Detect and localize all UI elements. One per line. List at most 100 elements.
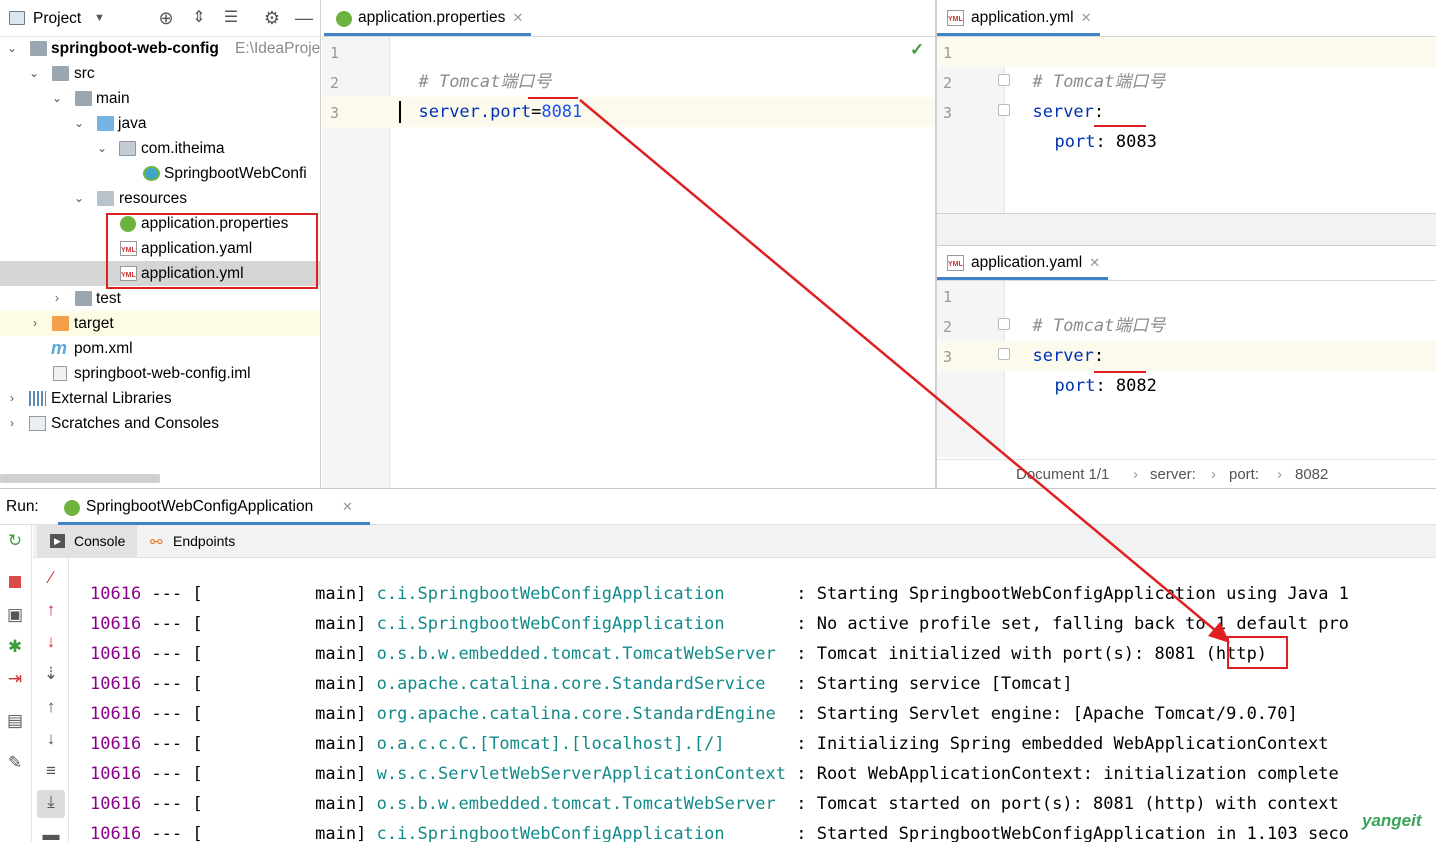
tree-item-label: src — [74, 65, 95, 82]
gear-icon[interactable]: ⚙ — [262, 8, 282, 28]
tree-item-package[interactable]: ⌄ com.itheima — [0, 136, 320, 161]
log-logger: o.s.b.w.embedded.tomcat.TomcatWebServer — [376, 794, 786, 814]
line-number: 3 — [943, 348, 953, 366]
tree-item-target[interactable]: › target — [0, 311, 320, 336]
log-pid: 10616 — [90, 764, 142, 784]
spring-properties-icon — [336, 11, 352, 27]
arrow-up-icon[interactable]: ↑ — [39, 598, 63, 622]
locate-file-icon[interactable]: ⊕ — [156, 8, 176, 28]
breadcrumb-document[interactable]: Document 1/1 — [1016, 460, 1109, 489]
chevron-right-icon[interactable]: › — [5, 411, 19, 436]
chevron-down-icon[interactable]: ⌄ — [95, 136, 109, 161]
fold-icon[interactable] — [998, 104, 1010, 116]
print-icon[interactable]: ▬ — [39, 823, 63, 842]
scroll-up-icon[interactable]: ↑ — [39, 695, 63, 719]
chevron-right-icon[interactable]: › — [50, 286, 64, 311]
tree-item-iml[interactable]: springboot-web-config.iml — [0, 361, 320, 386]
text-cursor — [399, 101, 401, 123]
tree-item-label: springboot-web-config — [51, 40, 219, 57]
sort-icon[interactable]: ⇣ — [39, 662, 63, 686]
log-pid: 10616 — [90, 824, 142, 842]
chevron-down-icon[interactable]: ⌄ — [5, 36, 19, 61]
close-icon[interactable]: ✕ — [1081, 0, 1092, 36]
run-config-tab[interactable]: SpringbootWebConfigApplication ✕ — [58, 489, 370, 525]
tree-item-label: java — [118, 115, 147, 132]
code-line-3: port: 8083 — [1054, 132, 1157, 152]
line-number: 1 — [330, 44, 340, 62]
arrow-down-icon[interactable]: ↓ — [39, 630, 63, 654]
fold-icon[interactable] — [998, 318, 1010, 330]
watermark: yangeit — [1362, 811, 1422, 830]
log-pid: 10616 — [90, 734, 142, 754]
chevron-down-icon[interactable]: ⌄ — [50, 86, 64, 111]
log-pid: 10616 — [90, 644, 142, 664]
folder-icon — [52, 66, 69, 81]
annotation-highlight-box — [106, 213, 318, 289]
breadcrumb-item[interactable]: server: — [1150, 460, 1196, 489]
scroll-down-icon[interactable]: ↓ — [39, 727, 63, 751]
hide-panel-icon[interactable]: — — [294, 8, 314, 28]
exit-icon[interactable]: ⇥ — [3, 667, 27, 691]
tab-endpoints[interactable]: Endpoints — [173, 525, 235, 558]
log-line: 10616 --- [ main] o.apache.catalina.core… — [90, 669, 1073, 699]
log-line: 10616 --- [ main] w.s.c.ServletWebServer… — [90, 759, 1339, 789]
library-icon — [29, 391, 46, 406]
tab-application-yml[interactable]: YML application.yml ✕ — [937, 0, 1100, 36]
log-thread: --- [ main] — [141, 794, 377, 814]
expand-all-icon[interactable]: ⇕ — [189, 8, 209, 28]
tree-item-pom[interactable]: m pom.xml — [0, 336, 320, 361]
camera-icon[interactable]: ▣ — [3, 603, 27, 627]
log-logger: w.s.c.ServletWebServerApplicationContext — [376, 764, 786, 784]
layout-icon[interactable]: ▤ — [3, 709, 27, 733]
rerun-icon[interactable]: ↻ — [3, 529, 27, 553]
tree-item-label: com.itheima — [141, 140, 225, 157]
line-number: 2 — [330, 74, 340, 92]
pin-icon[interactable]: ✎ — [3, 751, 27, 775]
property-value: 8081 — [541, 102, 583, 122]
chevron-right-icon[interactable]: › — [5, 386, 19, 411]
breadcrumb-item[interactable]: port: — [1229, 460, 1259, 489]
tree-item-main[interactable]: ⌄ main — [0, 86, 320, 111]
chevron-down-icon[interactable]: ⌄ — [72, 111, 86, 136]
chevron-down-icon[interactable]: ▼ — [94, 0, 105, 37]
clear-icon[interactable]: ⁄ — [39, 566, 63, 590]
tree-item-label: Scratches and Consoles — [51, 415, 220, 432]
log-logger: o.s.b.w.embedded.tomcat.TomcatWebServer — [376, 644, 786, 664]
project-view-selector[interactable]: Project — [33, 0, 81, 37]
collapse-all-icon[interactable]: ☰ — [221, 8, 241, 28]
tree-item-java[interactable]: ⌄ java — [0, 111, 320, 136]
log-message: : No active profile set, falling back to… — [786, 614, 1349, 634]
horizontal-scrollbar[interactable] — [0, 474, 160, 483]
log-message: : Starting Servlet engine: [Apache Tomca… — [786, 704, 1298, 724]
close-icon[interactable]: ✕ — [1089, 246, 1100, 280]
chevron-down-icon[interactable]: ⌄ — [72, 186, 86, 211]
close-icon[interactable]: ✕ — [342, 489, 353, 525]
tree-item-project-root[interactable]: ⌄ springboot-web-config E:\IdeaProje — [0, 36, 320, 61]
tree-item-main-class[interactable]: SpringbootWebConfi — [0, 161, 320, 186]
tree-item-resources[interactable]: ⌄ resources — [0, 186, 320, 211]
log-thread: --- [ main] — [141, 614, 377, 634]
annotation-underline — [528, 97, 578, 99]
tree-item-test[interactable]: › test — [0, 286, 320, 311]
tab-application-yaml[interactable]: YML application.yaml ✕ — [937, 246, 1109, 280]
soft-wrap-icon[interactable]: ≡ — [39, 759, 63, 783]
tab-application-properties[interactable]: application.properties ✕ — [324, 0, 532, 36]
tree-item-scratches[interactable]: › Scratches and Consoles — [0, 411, 320, 436]
stop-icon[interactable] — [3, 571, 27, 595]
tree-item-label: main — [96, 90, 130, 107]
tree-item-external-libraries[interactable]: › External Libraries — [0, 386, 320, 411]
tab-console[interactable]: ▶ Console — [37, 525, 137, 558]
tree-item-src[interactable]: ⌄ src — [0, 61, 320, 86]
chevron-right-icon[interactable]: › — [28, 311, 42, 336]
editor-split-divider[interactable] — [937, 213, 1436, 246]
close-icon[interactable]: ✕ — [512, 0, 523, 36]
debug-bug-icon[interactable]: ✱ — [3, 635, 27, 659]
scroll-to-end-icon[interactable]: ⤓ — [37, 790, 65, 818]
yaml-key: port — [1054, 132, 1096, 152]
log-logger: o.a.c.c.C.[Tomcat].[localhost].[/] — [376, 734, 786, 754]
log-thread: --- [ main] — [141, 674, 377, 694]
fold-icon[interactable] — [998, 348, 1010, 360]
chevron-down-icon[interactable]: ⌄ — [27, 61, 41, 86]
fold-icon[interactable] — [998, 74, 1010, 86]
breadcrumb-item[interactable]: 8082 — [1295, 460, 1328, 489]
